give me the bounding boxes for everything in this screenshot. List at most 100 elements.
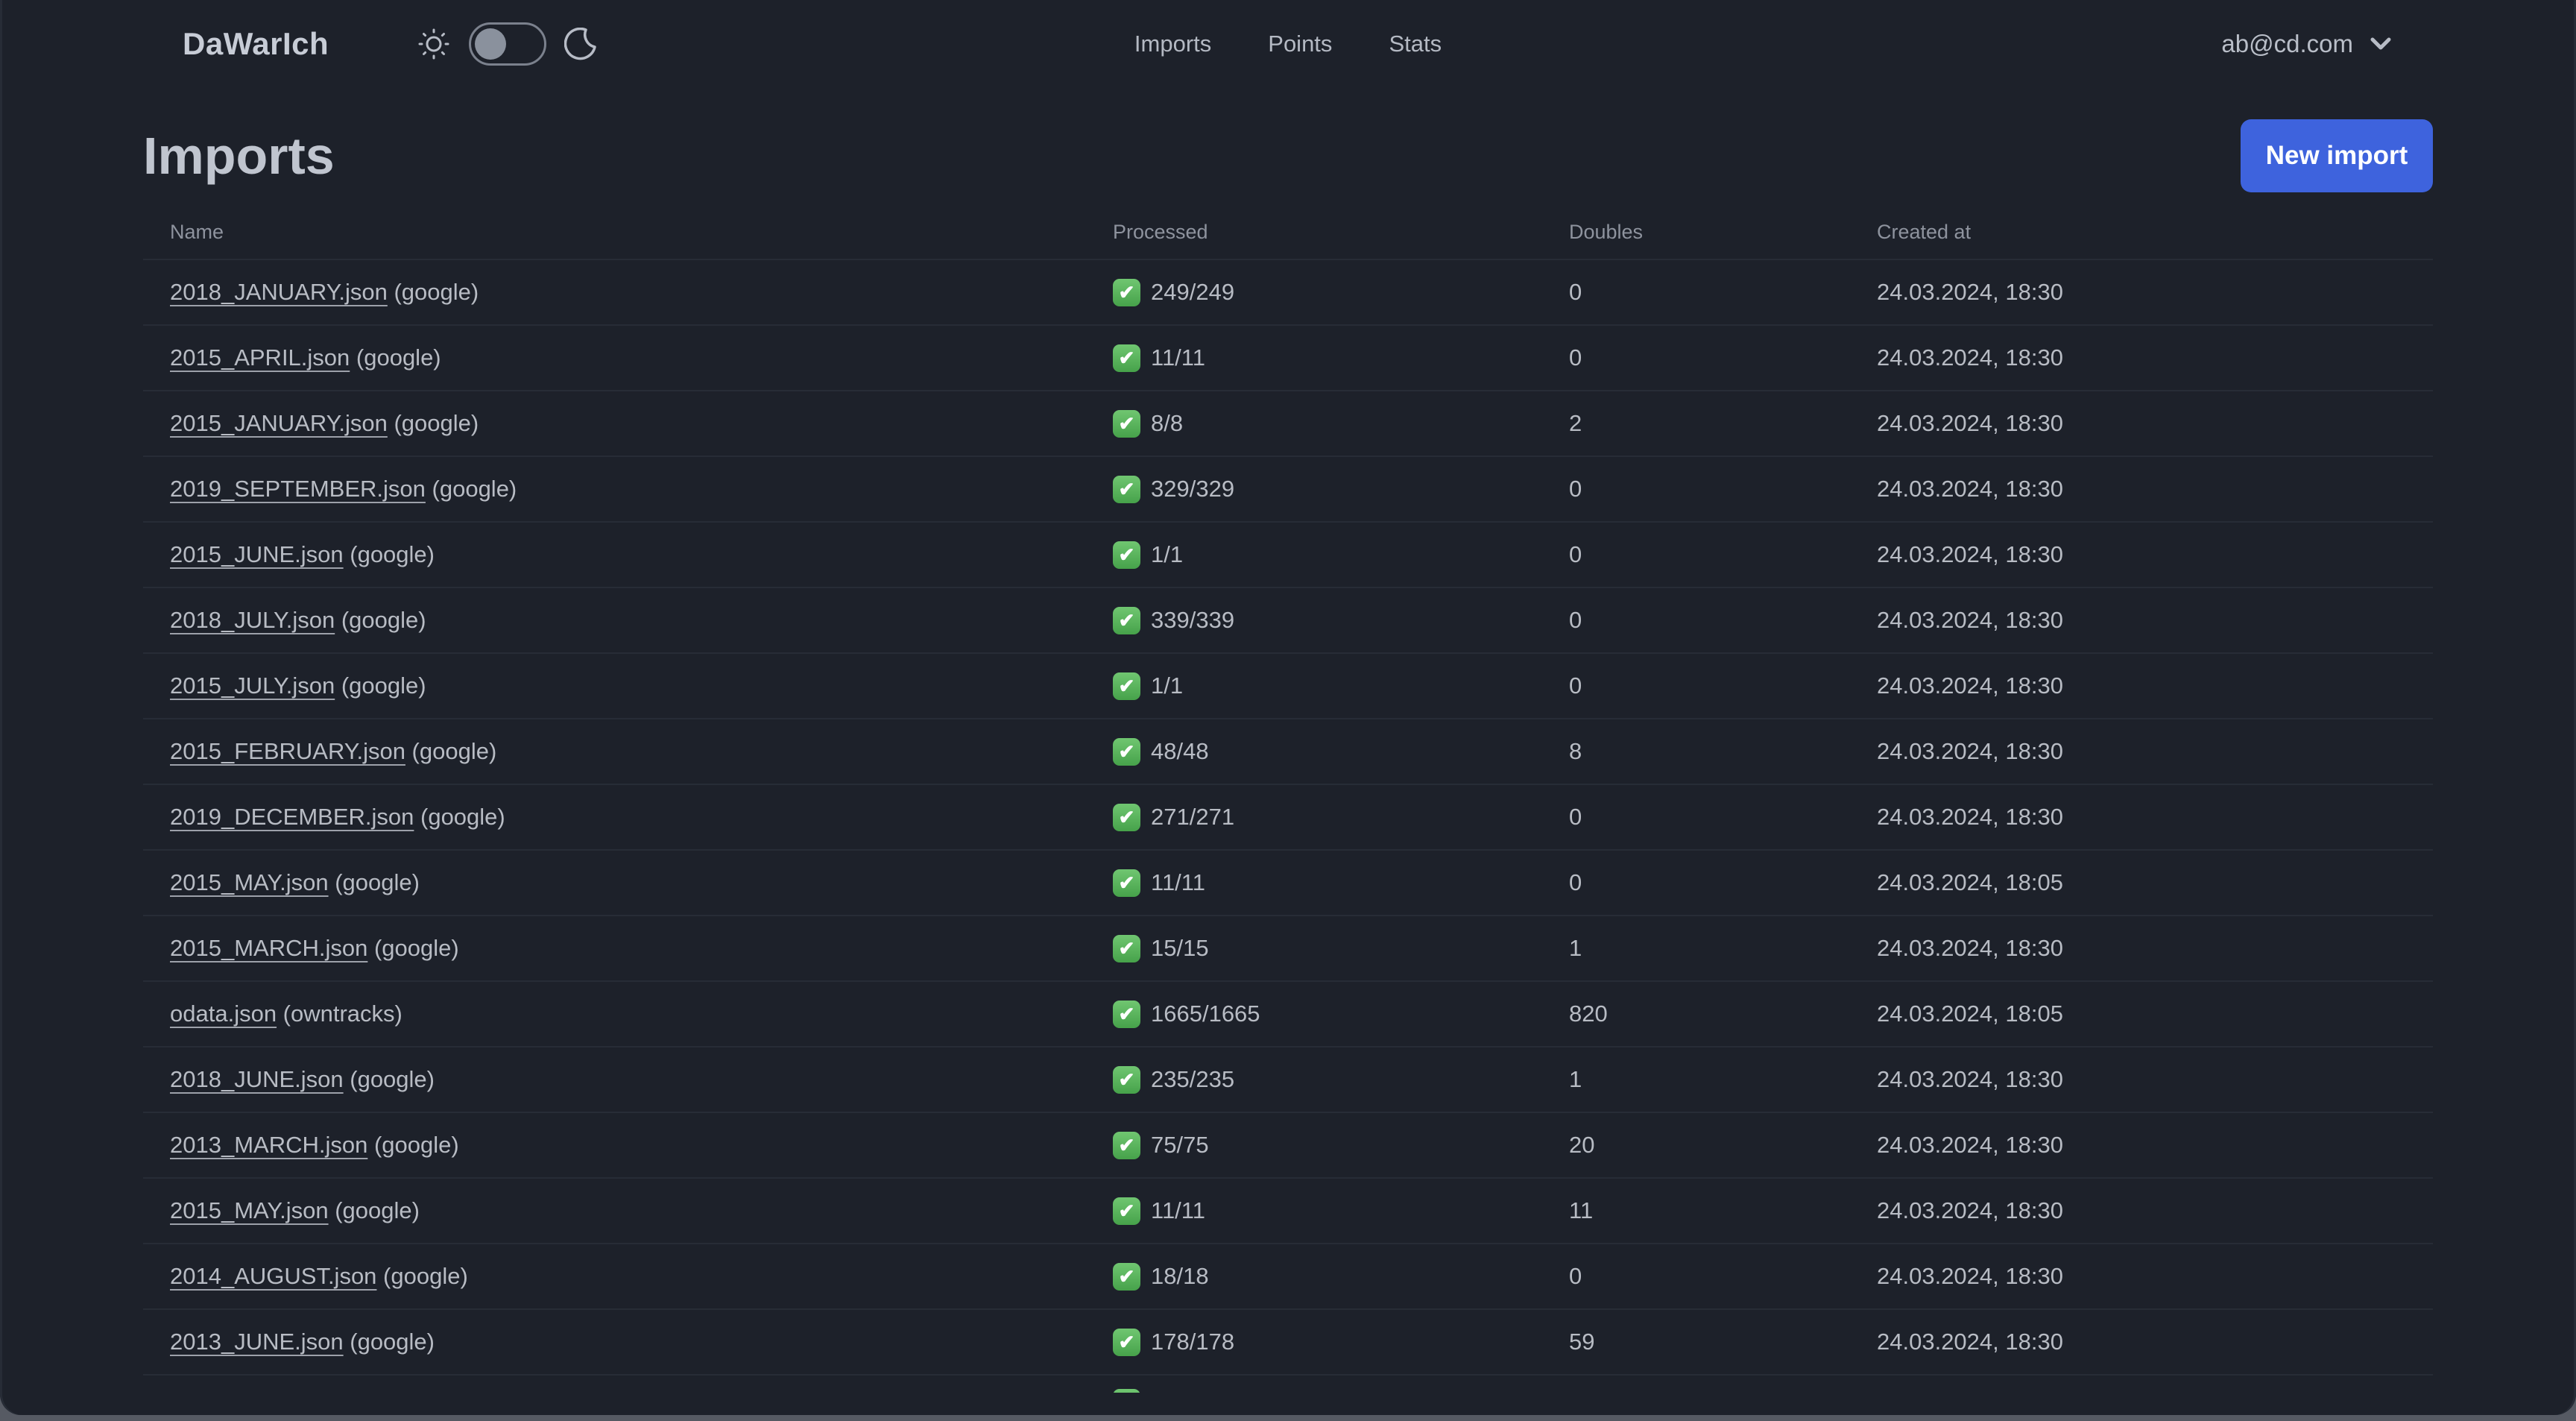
page-title: Imports [143,127,335,185]
file-name-link[interactable]: 2015_JUNE.json [170,541,344,567]
file-source-label: (google) [343,1329,435,1355]
file-name-link[interactable]: 2013_JUNE.json [170,1329,344,1355]
table-row: 2014_AUGUST.json (google) ✔ 18/18 0 24.03.20… [143,1243,2433,1308]
table-row: 2019_DECEMBER.json (google) ✔ 271/271 0 24.0… [143,784,2433,849]
check-mark-icon [1113,1389,1140,1393]
file-name-link[interactable]: 2018_JUNE.json [170,1066,344,1092]
processed-value: 11/11 [1151,344,1205,371]
doubles-cell: 0 [1569,279,1582,305]
file-name-link[interactable]: odata.json [170,1001,277,1027]
doubles-cell: 0 [1569,607,1582,633]
file-name-cell: 2019_SEPTEMBER.json (google) [143,476,1113,502]
created-at-cell: 24.03.2024, 18:30 [1877,541,2063,567]
created-at-cell: 24.03.2024, 18:30 [1877,1263,2063,1289]
file-name-link[interactable]: 2014_AUGUST.json [170,1263,376,1289]
new-import-button[interactable]: New import [2241,119,2433,192]
file-name-cell: 2013_JUNE.json (google) [143,1329,1113,1355]
created-at-cell: 24.03.2024, 18:30 [1877,476,2063,502]
nav-link-imports[interactable]: Imports [1134,31,1211,57]
check-mark-icon: ✔ [1113,934,1140,962]
file-name-link[interactable]: 2015_FEBRUARY.json [170,738,405,764]
file-source-label: (google) [367,1132,459,1158]
processed-value: 339/339 [1151,607,1235,633]
processed-cell: ✔ 1/1 [1113,541,1569,569]
processed-value: 8/8 [1151,410,1184,436]
file-name-cell: 2018_JULY.json (google) [143,607,1113,634]
file-name-cell: 2015_JANUARY.json (google) [143,410,1113,437]
file-name-link[interactable]: 2018_JANUARY.json [170,279,388,305]
file-source-label: (google) [425,476,517,502]
created-at-cell: 24.03.2024, 18:30 [1877,344,2063,371]
column-header-created-at: Created at [1877,221,1972,243]
nav-link-points[interactable]: Points [1268,31,1332,57]
processed-value: 75/75 [1151,1132,1209,1158]
file-name-link[interactable]: 2015_APRIL.json [170,344,350,371]
doubles-cell: 0 [1569,344,1582,371]
created-at-cell: 24.03.2024, 18:05 [1877,869,2063,895]
table-body: 2018_JANUARY.json (google) ✔ 249/249 0 24.03… [143,259,2433,1393]
processed-cell: ✔ 15/15 [1113,934,1569,962]
file-name-cell: 2015_APRIL.json (google) [143,344,1113,371]
processed-cell: ✔ 11/11 [1113,344,1569,372]
main-content: Imports New import Name Processed Double… [0,119,2576,1393]
processed-cell: ✔ 235/235 [1113,1065,1569,1094]
file-name-link[interactable]: 2015_JANUARY.json [170,410,388,436]
processed-cell: ✔ 329/329 [1113,475,1569,503]
file-name-cell: 2018_JUNE.json (google) [143,1066,1113,1093]
processed-value: 15/15 [1151,935,1209,961]
table-header-row: Name Processed Doubles Created at [143,210,2433,259]
nav-link-stats[interactable]: Stats [1389,31,1442,57]
file-source-label: (google) [376,1263,468,1289]
file-name-link[interactable]: 2015_MAY.json [170,869,329,895]
file-source-label: (google) [387,279,479,305]
account-menu-button[interactable]: ab@cd.com [2221,30,2393,58]
check-mark-icon: ✔ [1113,869,1140,897]
sun-icon [417,27,451,61]
doubles-cell: 0 [1569,672,1582,699]
theme-toggle-switch[interactable] [469,22,547,66]
file-name-link[interactable]: 2015_MARCH.json [170,935,367,961]
column-header-name: Name [170,221,224,243]
doubles-cell: 59 [1569,1329,1595,1355]
processed-value: 1/1 [1151,541,1184,567]
file-name-link[interactable]: 2018_JULY.json [170,607,335,633]
file-name-cell: 2015_FEBRUARY.json (google) [143,738,1113,765]
check-mark-icon: ✔ [1113,1328,1140,1356]
created-at-cell: 24.03.2024, 18:30 [1877,1066,2063,1092]
processed-cell: ✔ 271/271 [1113,803,1569,831]
doubles-cell: 0 [1569,1263,1582,1289]
check-mark-icon: ✔ [1113,1131,1140,1159]
file-name-link[interactable]: 2015_JULY.json [170,672,335,699]
processed-cell: ✔ 178/178 [1113,1328,1569,1356]
processed-cell [1113,1376,1569,1393]
check-mark-icon: ✔ [1113,278,1140,306]
file-name-cell: 2019_DECEMBER.json (google) [143,804,1113,831]
check-mark-icon: ✔ [1113,606,1140,634]
table-row: 2015_JANUARY.json (google) ✔ 8/8 2 24.03.202… [143,390,2433,456]
table-row: 2018_JULY.json (google) ✔ 339/339 0 24.03.20… [143,587,2433,652]
processed-value: 178/178 [1151,1329,1235,1355]
processed-value: 329/329 [1151,476,1235,502]
navbar: DaWarIch Imports Points Stats ab@cd.com [0,0,2576,88]
file-source-label: (google) [328,869,420,895]
processed-value: 235/235 [1151,1066,1235,1092]
processed-value: 271/271 [1151,804,1235,830]
file-name-link[interactable]: 2015_MAY.json [170,1197,329,1223]
file-name-cell: 2015_MAY.json (google) [143,869,1113,896]
file-name-link[interactable]: 2019_SEPTEMBER.json [170,476,426,502]
table-row: 2015_MARCH.json (google) ✔ 15/15 1 24.03.202… [143,915,2433,980]
table-row: 2015_FEBRUARY.json (google) ✔ 48/48 8 24.03.… [143,718,2433,784]
processed-value: 249/249 [1151,279,1235,305]
created-at-cell: 24.03.2024, 18:30 [1877,672,2063,699]
processed-value: 1665/1665 [1151,1001,1260,1027]
created-at-cell: 24.03.2024, 18:30 [1877,607,2063,633]
doubles-cell: 820 [1569,1001,1608,1027]
doubles-cell: 0 [1569,804,1582,830]
file-name-cell: 2015_JULY.json (google) [143,672,1113,699]
file-name-link[interactable]: 2013_MARCH.json [170,1132,367,1158]
created-at-cell: 24.03.2024, 18:30 [1877,410,2063,436]
processed-value: 11/11 [1151,869,1205,895]
file-name-cell: 2015_MAY.json (google) [143,1197,1113,1224]
doubles-cell: 2 [1569,410,1582,436]
file-name-link[interactable]: 2019_DECEMBER.json [170,804,414,830]
